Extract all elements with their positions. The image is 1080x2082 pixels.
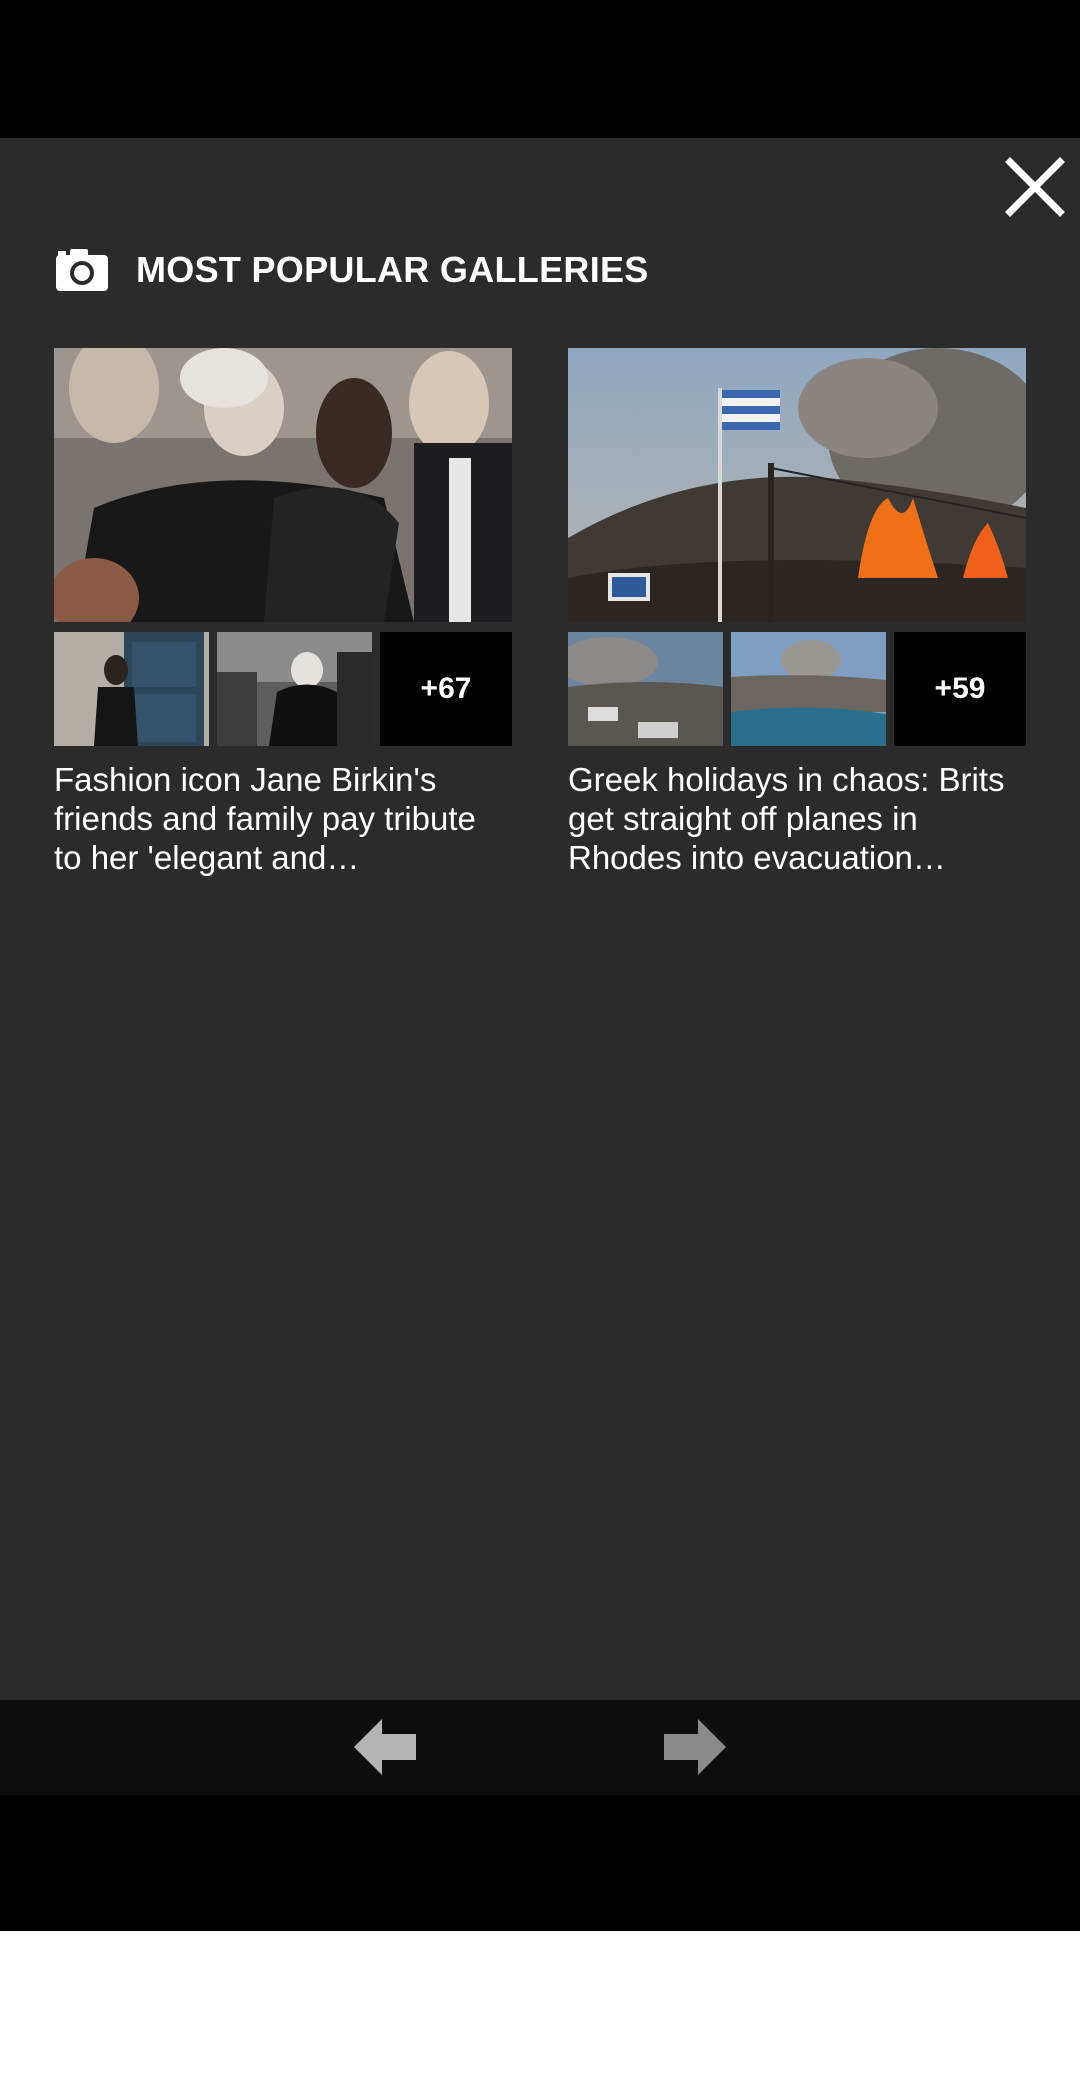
navigation-bar <box>0 1700 1080 1795</box>
more-photos-count[interactable]: +67 <box>380 632 512 746</box>
gallery-card-1[interactable]: +67 Fashion icon Jane Birkin's friends a… <box>54 348 512 877</box>
gallery-caption[interactable]: Greek holidays in chaos: Brits get strai… <box>568 760 1026 877</box>
arrow-right-icon <box>664 1719 726 1775</box>
previous-button[interactable] <box>352 1714 418 1780</box>
gallery-thumbnails: +67 <box>54 632 512 746</box>
gallery-main-image[interactable] <box>54 348 512 622</box>
gallery-thumbnail[interactable] <box>217 632 372 746</box>
gallery-thumbnail[interactable] <box>568 632 723 746</box>
gallery-main-image[interactable] <box>568 348 1026 622</box>
arrow-left-icon <box>354 1719 416 1775</box>
gallery-thumbnail[interactable] <box>731 632 886 746</box>
bottom-black-bar <box>0 1795 1080 1931</box>
gallery-thumbnail[interactable] <box>54 632 209 746</box>
gallery-thumbnails: +59 <box>568 632 1026 746</box>
close-button[interactable] <box>1000 152 1070 222</box>
gallery-card-2[interactable]: +59 Greek holidays in chaos: Brits get s… <box>568 348 1026 877</box>
section-title: MOST POPULAR GALLERIES <box>136 249 649 290</box>
close-icon <box>1005 157 1065 217</box>
top-black-bar <box>0 0 1080 138</box>
more-photos-count[interactable]: +59 <box>894 632 1026 746</box>
section-heading: MOST POPULAR GALLERIES <box>54 242 649 298</box>
gallery-caption[interactable]: Fashion icon Jane Birkin's friends and f… <box>54 760 512 877</box>
camera-icon <box>54 247 110 293</box>
next-button[interactable] <box>662 1714 728 1780</box>
bottom-white-area <box>0 1931 1080 2082</box>
